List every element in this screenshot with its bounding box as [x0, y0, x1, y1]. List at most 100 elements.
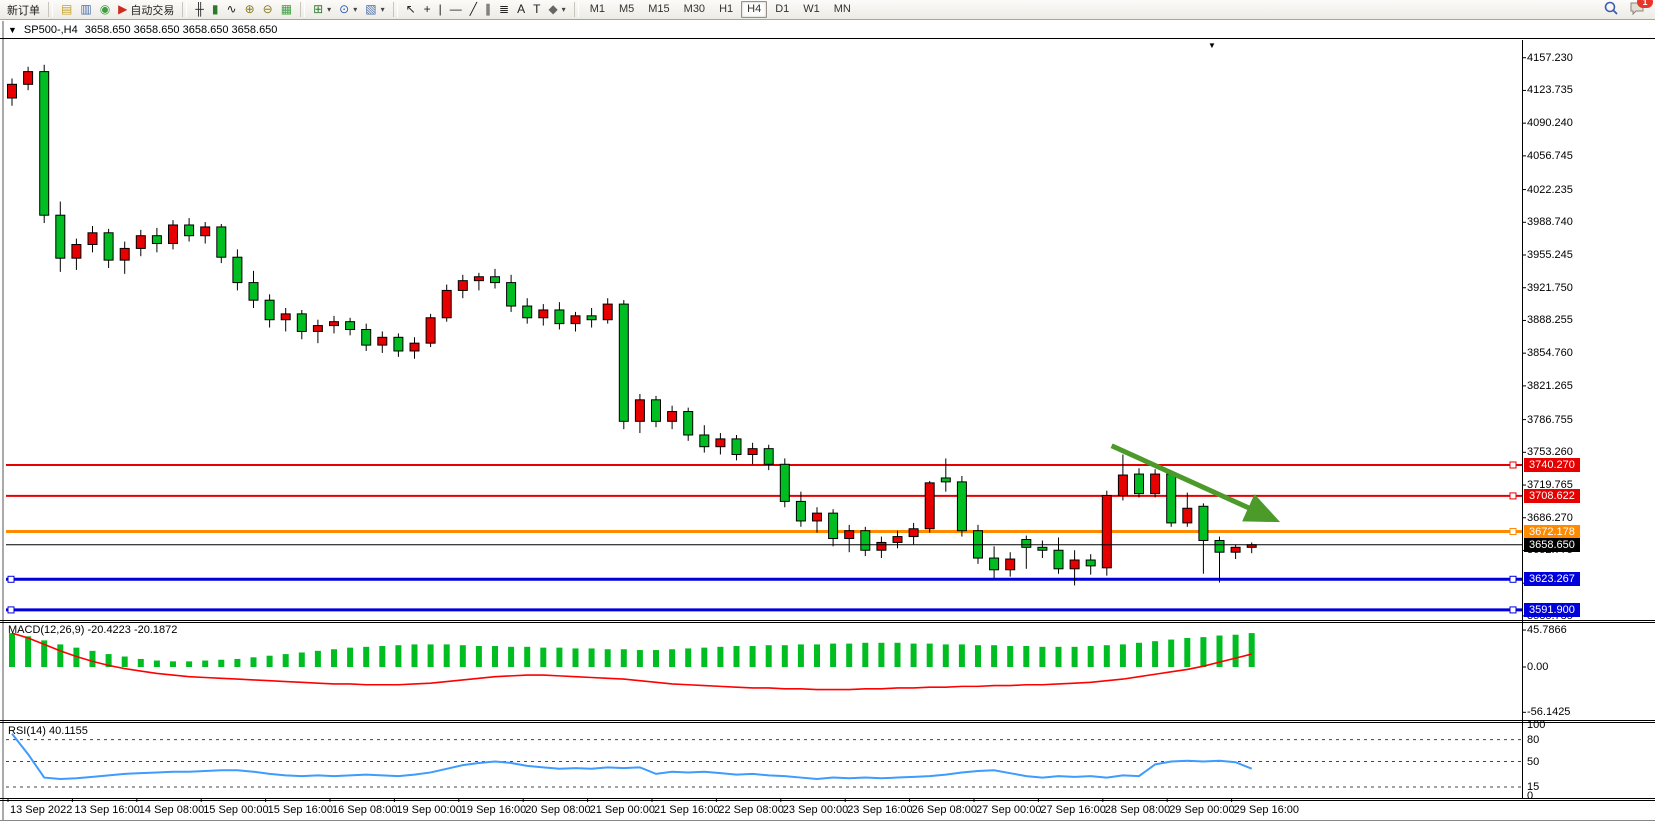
macd-histogram-bar — [412, 644, 418, 667]
navigator-icon: ◉ — [100, 1, 110, 18]
new-chart-button[interactable]: ⊞▾ — [309, 1, 335, 18]
macd-tick-label: 0.00 — [1527, 661, 1548, 673]
macd-histogram-bar — [589, 648, 595, 667]
macd-histogram-bar — [9, 633, 15, 667]
timeframe-button-w1[interactable]: W1 — [797, 1, 826, 18]
candle — [507, 283, 516, 306]
time-axis-label: 13 Sep 16:00 — [74, 804, 139, 816]
chat-button[interactable]: 1 — [1629, 0, 1646, 19]
candle — [1070, 560, 1079, 569]
candle — [330, 322, 339, 326]
candle — [1118, 475, 1127, 496]
macd-histogram-bar — [1088, 646, 1094, 667]
text-label-button[interactable]: T — [529, 1, 544, 18]
candle — [169, 225, 178, 244]
bar-chart-button[interactable]: ╫ — [191, 1, 208, 18]
candle — [1135, 474, 1144, 494]
candle-chart-button[interactable]: ▮ — [208, 1, 223, 18]
line-anchor-handle[interactable] — [1510, 576, 1516, 582]
candle — [1102, 496, 1111, 568]
candle — [185, 225, 194, 236]
timeframe-button-h4[interactable]: H4 — [741, 1, 767, 18]
vline-icon: | — [439, 1, 442, 18]
period-icon: ⊙ — [339, 1, 349, 18]
chart-menu-icon[interactable]: ▼ — [8, 25, 17, 35]
chart-surface[interactable] — [0, 0, 1655, 822]
candle — [700, 435, 709, 447]
market-watch-button[interactable]: ▤ — [57, 1, 76, 18]
zoom-in-button[interactable]: ⊕ — [241, 1, 259, 18]
zoom-out-button[interactable]: ⊖ — [259, 1, 277, 18]
period-button[interactable]: ⊙▾ — [335, 1, 361, 18]
time-axis-label: 29 Sep 00:00 — [1169, 804, 1234, 816]
auto-trading-label: 自动交易 — [130, 2, 174, 18]
chart-shift-marker[interactable]: ▼ — [1208, 41, 1216, 50]
chart-ohlc-readout: 3658.650 3658.650 3658.650 3658.650 — [85, 24, 278, 36]
time-axis-label: 27 Sep 00:00 — [976, 804, 1041, 816]
candle — [249, 283, 258, 301]
rsi-tick-label: 100 — [1527, 719, 1545, 731]
macd-histogram-bar — [25, 636, 31, 667]
timeframe-group: M1M5M15M30H1H4D1W1MN — [583, 1, 858, 18]
search-icon — [1603, 0, 1619, 16]
macd-tick-label: 45.7866 — [1527, 624, 1567, 636]
price-tick-label: 4157.230 — [1527, 52, 1573, 64]
macd-histogram-bar — [734, 646, 740, 667]
navigator-button[interactable]: ◉ — [96, 1, 114, 18]
line-anchor-handle[interactable] — [1510, 529, 1516, 535]
candle — [426, 318, 435, 343]
line-anchor-handle[interactable] — [1510, 462, 1516, 468]
macd-histogram-bar — [573, 648, 579, 667]
macd-histogram-bar — [1152, 641, 1158, 667]
candle — [893, 537, 902, 543]
text-button[interactable]: A — [513, 1, 529, 18]
new-order-button[interactable]: 新订单 — [3, 1, 44, 18]
macd-histogram-bar — [1023, 646, 1029, 667]
candle — [104, 233, 113, 260]
macd-histogram-bar — [492, 646, 498, 667]
time-axis-label: 20 Sep 08:00 — [525, 804, 590, 816]
chevron-down-icon: ▾ — [381, 5, 385, 14]
time-axis-label: 29 Sep 16:00 — [1234, 804, 1299, 816]
trendline-button[interactable]: ╱ — [466, 1, 481, 18]
macd-histogram-bar — [782, 645, 788, 667]
candle — [217, 227, 226, 257]
macd-histogram-bar — [701, 648, 707, 667]
macd-histogram-bar — [1168, 640, 1174, 667]
timeframe-button-d1[interactable]: D1 — [769, 1, 795, 18]
macd-histogram-bar — [170, 661, 176, 667]
data-window-button[interactable]: ▥ — [76, 1, 95, 18]
timeframe-button-m30[interactable]: M30 — [678, 1, 711, 18]
timeframe-button-m5[interactable]: M5 — [613, 1, 640, 18]
auto-trading-button[interactable]: ▶ 自动交易 — [114, 1, 178, 18]
line-anchor-handle[interactable] — [8, 576, 14, 582]
timeframe-button-h1[interactable]: H1 — [713, 1, 739, 18]
shapes-button[interactable]: ◆▾ — [544, 1, 569, 18]
timeframe-button-m1[interactable]: M1 — [584, 1, 611, 18]
search-button[interactable] — [1603, 0, 1619, 19]
horizontal-line-button[interactable]: — — [446, 1, 466, 18]
line-anchor-handle[interactable] — [1510, 607, 1516, 613]
macd-histogram-bar — [685, 648, 691, 667]
candle — [201, 227, 210, 236]
line-anchor-handle[interactable] — [8, 607, 14, 613]
rsi-tick-label: 0 — [1527, 790, 1533, 802]
time-axis-label: 26 Sep 08:00 — [912, 804, 977, 816]
time-axis-label: 15 Sep 00:00 — [203, 804, 268, 816]
fibonacci-button[interactable]: ≣ — [495, 1, 513, 18]
crosshair-button[interactable]: + — [420, 1, 435, 18]
candle — [40, 72, 49, 216]
tile-windows-button[interactable]: ▦ — [277, 1, 296, 18]
timeframe-button-mn[interactable]: MN — [828, 1, 857, 18]
crosshair-icon: + — [424, 1, 431, 18]
timeframe-button-m15[interactable]: M15 — [642, 1, 675, 18]
macd-histogram-bar — [669, 649, 675, 667]
candle — [1231, 547, 1240, 552]
template-button[interactable]: ▧▾ — [361, 1, 388, 18]
cursor-button[interactable]: ↖ — [402, 1, 420, 18]
time-axis-label: 14 Sep 08:00 — [139, 804, 204, 816]
channel-button[interactable]: ∥ — [481, 1, 495, 18]
line-anchor-handle[interactable] — [1510, 493, 1516, 499]
vertical-line-button[interactable]: | — [435, 1, 446, 18]
line-chart-button[interactable]: ∿ — [223, 1, 241, 18]
